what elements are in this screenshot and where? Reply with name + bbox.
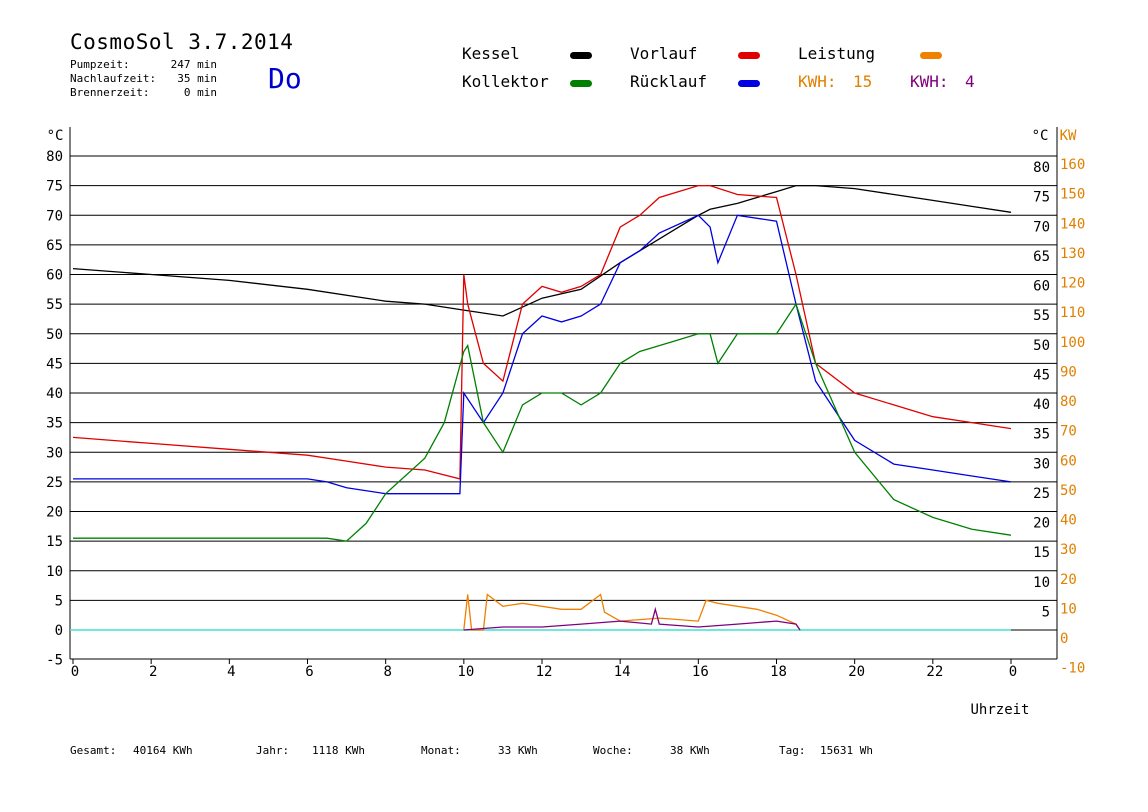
y-axis-label-right-temp: °C bbox=[1032, 128, 1049, 144]
y-tick-right-temp: 35 bbox=[1033, 427, 1050, 443]
legend-swatch-1 bbox=[570, 80, 592, 87]
y-tick-right-temp: 40 bbox=[1033, 397, 1050, 413]
y-tick-left: 45 bbox=[46, 356, 63, 372]
legend-swatch-2 bbox=[738, 52, 760, 59]
y-tick-left: 15 bbox=[46, 534, 63, 550]
y-tick-right-temp: 20 bbox=[1033, 516, 1050, 532]
series-line-4 bbox=[463, 593, 801, 631]
y-tick-right-power: 120 bbox=[1060, 276, 1085, 292]
y-tick-right-power: 80 bbox=[1060, 394, 1077, 410]
x-tick-label: 14 bbox=[614, 664, 631, 680]
x-tick-label: 16 bbox=[692, 664, 709, 680]
y-tick-right-temp: 55 bbox=[1033, 308, 1050, 324]
y-tick-right-temp: 15 bbox=[1033, 545, 1050, 561]
y-tick-right-power: 50 bbox=[1060, 483, 1077, 499]
y-tick-right-temp: 75 bbox=[1033, 190, 1050, 206]
y-tick-right-power: -10 bbox=[1060, 661, 1085, 677]
y-tick-right-power: 60 bbox=[1060, 453, 1077, 469]
x-tick-label: 22 bbox=[926, 664, 943, 680]
y-tick-right-power: 160 bbox=[1060, 157, 1085, 173]
y-tick-left: 70 bbox=[46, 208, 63, 224]
y-tick-right-power: 0 bbox=[1060, 631, 1068, 647]
y-tick-right-power: 20 bbox=[1060, 572, 1077, 588]
y-tick-right-power: 110 bbox=[1060, 305, 1085, 321]
y-tick-right-power: 140 bbox=[1060, 216, 1085, 232]
y-tick-right-temp: 80 bbox=[1033, 160, 1050, 176]
y-tick-left: 10 bbox=[46, 564, 63, 580]
y-tick-right-temp: 60 bbox=[1033, 279, 1050, 295]
series-line-0 bbox=[72, 184, 1012, 317]
x-tick-label: 0 bbox=[1009, 664, 1017, 680]
y-tick-right-power: 90 bbox=[1060, 364, 1077, 380]
x-tick-label: 8 bbox=[383, 664, 391, 680]
temperature-chart: 80757065605550454035302520151050-5807570… bbox=[46, 127, 1085, 718]
y-tick-right-temp: 5 bbox=[1042, 604, 1050, 620]
y-tick-left: 60 bbox=[46, 268, 63, 284]
y-tick-left: 30 bbox=[46, 445, 63, 461]
y-tick-right-power: 10 bbox=[1060, 601, 1077, 617]
x-tick-label: 12 bbox=[536, 664, 553, 680]
y-tick-right-temp: 50 bbox=[1033, 338, 1050, 354]
y-tick-left: 0 bbox=[55, 623, 63, 639]
y-axis-label-right-power: KW bbox=[1060, 128, 1077, 144]
x-tick-label: 20 bbox=[848, 664, 865, 680]
y-tick-left: 35 bbox=[46, 416, 63, 432]
x-tick-label: 18 bbox=[770, 664, 787, 680]
y-tick-left: 25 bbox=[46, 475, 63, 491]
y-tick-right-power: 100 bbox=[1060, 335, 1085, 351]
y-tick-left: 80 bbox=[46, 149, 63, 165]
x-tick-label: 4 bbox=[227, 664, 235, 680]
y-tick-right-power: 40 bbox=[1060, 513, 1077, 529]
y-tick-right-temp: 30 bbox=[1033, 456, 1050, 472]
y-tick-left: 75 bbox=[46, 179, 63, 195]
legend-swatch-4 bbox=[920, 52, 942, 59]
x-axis-label: Uhrzeit bbox=[970, 702, 1029, 718]
y-tick-right-temp: 25 bbox=[1033, 486, 1050, 502]
y-tick-right-temp: 65 bbox=[1033, 249, 1050, 265]
legend-swatch-3 bbox=[738, 80, 760, 87]
y-tick-right-power: 70 bbox=[1060, 424, 1077, 440]
y-tick-right-power: 30 bbox=[1060, 542, 1077, 558]
y-tick-left: -5 bbox=[46, 653, 63, 669]
legend-swatch-0 bbox=[570, 52, 592, 59]
x-tick-label: 2 bbox=[149, 664, 157, 680]
y-tick-left: 55 bbox=[46, 297, 63, 313]
y-tick-left: 65 bbox=[46, 238, 63, 254]
y-tick-right-temp: 45 bbox=[1033, 367, 1050, 383]
y-tick-left: 50 bbox=[46, 327, 63, 343]
y-axis-label-left: °C bbox=[47, 128, 64, 144]
x-tick-label: 0 bbox=[71, 664, 79, 680]
x-tick-label: 6 bbox=[305, 664, 313, 680]
y-tick-left: 5 bbox=[55, 593, 63, 609]
y-tick-left: 40 bbox=[46, 386, 63, 402]
y-tick-right-power: 150 bbox=[1060, 187, 1085, 203]
x-tick-label: 10 bbox=[457, 664, 474, 680]
series-line-1 bbox=[72, 184, 1012, 480]
y-tick-left: 20 bbox=[46, 505, 63, 521]
y-tick-right-temp: 70 bbox=[1033, 219, 1050, 235]
y-tick-right-power: 130 bbox=[1060, 246, 1085, 262]
y-tick-right-temp: 10 bbox=[1033, 575, 1050, 591]
